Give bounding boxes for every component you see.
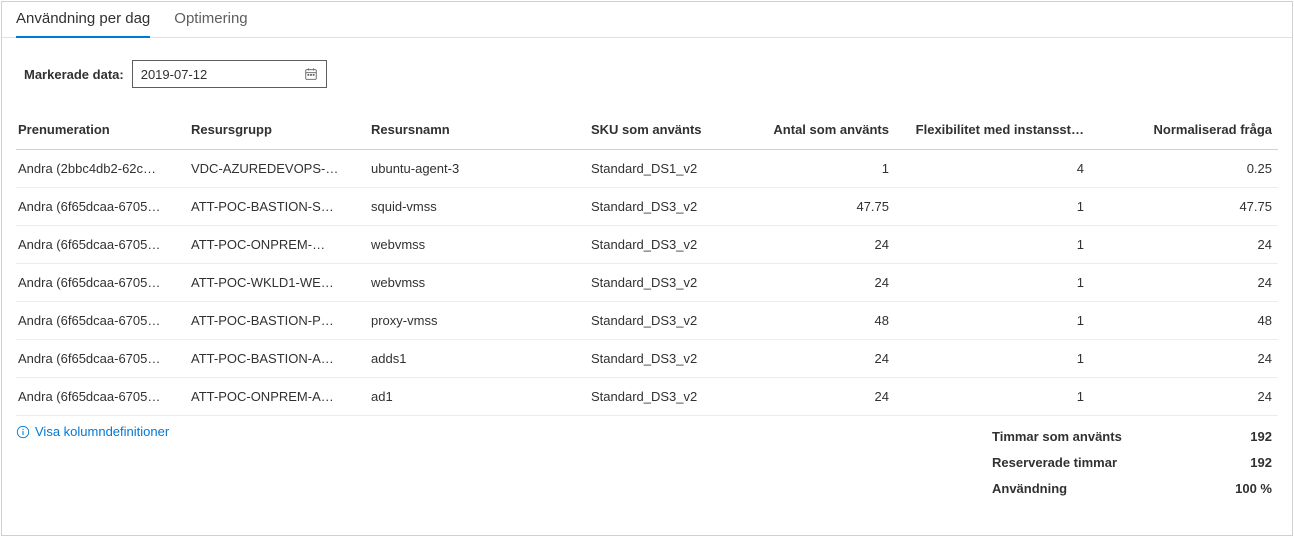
col-sku-used[interactable]: SKU som använts — [591, 122, 731, 137]
cell-resource-group: ATT-POC-WKLD1-WE… — [191, 275, 371, 290]
filter-label: Markerade data: — [24, 67, 124, 82]
cell-normalized: 24 — [1096, 275, 1278, 290]
summary-used-hours-value: 192 — [1222, 424, 1272, 450]
cell-sku: Standard_DS3_v2 — [591, 313, 731, 328]
cell-resource-group: VDC-AZUREDEVOPS-… — [191, 161, 371, 176]
usage-table: Prenumeration Resursgrupp Resursnamn SKU… — [2, 110, 1292, 416]
summary-used-hours-label: Timmar som använts — [992, 424, 1182, 450]
cell-normalized: 24 — [1096, 389, 1278, 404]
summary-used-hours: Timmar som använts 192 — [992, 424, 1272, 450]
date-value: 2019-07-12 — [141, 67, 208, 82]
footer-row: Visa kolumndefinitioner Timmar som använ… — [2, 416, 1292, 502]
cell-resource-group: ATT-POC-BASTION-A… — [191, 351, 371, 366]
cell-normalized: 48 — [1096, 313, 1278, 328]
cell-subscription: Andra (6f65dcaa-6705… — [16, 199, 191, 214]
cell-normalized: 24 — [1096, 237, 1278, 252]
col-resource-group[interactable]: Resursgrupp — [191, 122, 371, 137]
cell-amount: 24 — [731, 389, 901, 404]
cell-resource-name: ubuntu-agent-3 — [371, 161, 591, 176]
table-row[interactable]: Andra (6f65dcaa-6705…ATT-POC-BASTION-S…s… — [16, 188, 1278, 226]
cell-subscription: Andra (6f65dcaa-6705… — [16, 313, 191, 328]
cell-flexibility: 1 — [901, 351, 1096, 366]
info-icon — [16, 425, 30, 439]
table-row[interactable]: Andra (6f65dcaa-6705…ATT-POC-WKLD1-WE…we… — [16, 264, 1278, 302]
col-amount-used[interactable]: Antal som använts — [731, 122, 901, 137]
cell-flexibility: 4 — [901, 161, 1096, 176]
cell-flexibility: 1 — [901, 237, 1096, 252]
cell-resource-name: ad1 — [371, 389, 591, 404]
cell-flexibility: 1 — [901, 199, 1096, 214]
tabs-bar: Användning per dag Optimering — [2, 2, 1292, 38]
filter-row: Markerade data: 2019-07-12 — [2, 38, 1292, 110]
col-subscription[interactable]: Prenumeration — [16, 122, 191, 137]
table-row[interactable]: Andra (6f65dcaa-6705…ATT-POC-ONPREM-…web… — [16, 226, 1278, 264]
cell-amount: 1 — [731, 161, 901, 176]
cell-sku: Standard_DS3_v2 — [591, 275, 731, 290]
cell-sku: Standard_DS3_v2 — [591, 199, 731, 214]
date-picker[interactable]: 2019-07-12 — [132, 60, 327, 88]
cell-subscription: Andra (6f65dcaa-6705… — [16, 275, 191, 290]
view-column-definitions-link[interactable]: Visa kolumndefinitioner — [16, 424, 169, 439]
tab-optimization[interactable]: Optimering — [174, 2, 247, 38]
col-resource-name[interactable]: Resursnamn — [371, 122, 591, 137]
cell-sku: Standard_DS3_v2 — [591, 237, 731, 252]
cell-normalized: 24 — [1096, 351, 1278, 366]
table-row[interactable]: Andra (6f65dcaa-6705…ATT-POC-BASTION-A…a… — [16, 340, 1278, 378]
cell-resource-group: ATT-POC-BASTION-S… — [191, 199, 371, 214]
cell-sku: Standard_DS3_v2 — [591, 389, 731, 404]
reservation-usage-panel: Användning per dag Optimering Markerade … — [1, 1, 1293, 536]
cell-resource-name: squid-vmss — [371, 199, 591, 214]
table-row[interactable]: Andra (6f65dcaa-6705…ATT-POC-BASTION-P…p… — [16, 302, 1278, 340]
table-row[interactable]: Andra (6f65dcaa-6705…ATT-POC-ONPREM-A…ad… — [16, 378, 1278, 416]
cell-amount: 47.75 — [731, 199, 901, 214]
summary-usage: Användning 100 % — [992, 476, 1272, 502]
cell-amount: 24 — [731, 275, 901, 290]
footer-link-text: Visa kolumndefinitioner — [35, 424, 169, 439]
table-header-row: Prenumeration Resursgrupp Resursnamn SKU… — [16, 110, 1278, 150]
calendar-icon — [304, 67, 318, 81]
cell-resource-group: ATT-POC-ONPREM-A… — [191, 389, 371, 404]
table-row[interactable]: Andra (2bbc4db2-62c…VDC-AZUREDEVOPS-…ubu… — [16, 150, 1278, 188]
cell-resource-name: webvmss — [371, 237, 591, 252]
cell-resource-name: webvmss — [371, 275, 591, 290]
cell-subscription: Andra (6f65dcaa-6705… — [16, 237, 191, 252]
cell-sku: Standard_DS1_v2 — [591, 161, 731, 176]
cell-amount: 48 — [731, 313, 901, 328]
cell-normalized: 47.75 — [1096, 199, 1278, 214]
cell-subscription: Andra (6f65dcaa-6705… — [16, 351, 191, 366]
cell-sku: Standard_DS3_v2 — [591, 351, 731, 366]
cell-flexibility: 1 — [901, 389, 1096, 404]
tab-usage-per-day[interactable]: Användning per dag — [16, 2, 150, 38]
summary-reserved-hours-value: 192 — [1222, 450, 1272, 476]
cell-amount: 24 — [731, 351, 901, 366]
cell-resource-name: proxy-vmss — [371, 313, 591, 328]
summary-usage-label: Användning — [992, 476, 1182, 502]
summary-reserved-hours: Reserverade timmar 192 — [992, 450, 1272, 476]
cell-resource-group: ATT-POC-BASTION-P… — [191, 313, 371, 328]
col-normalized-ask[interactable]: Normaliserad fråga — [1096, 122, 1278, 137]
cell-subscription: Andra (6f65dcaa-6705… — [16, 389, 191, 404]
cell-flexibility: 1 — [901, 313, 1096, 328]
cell-amount: 24 — [731, 237, 901, 252]
cell-resource-group: ATT-POC-ONPREM-… — [191, 237, 371, 252]
cell-flexibility: 1 — [901, 275, 1096, 290]
cell-normalized: 0.25 — [1096, 161, 1278, 176]
col-instance-flexibility[interactable]: Flexibilitet med instansst… — [901, 122, 1096, 137]
summary-block: Timmar som använts 192 Reserverade timma… — [992, 424, 1272, 502]
cell-resource-name: adds1 — [371, 351, 591, 366]
summary-usage-value: 100 % — [1222, 476, 1272, 502]
summary-reserved-hours-label: Reserverade timmar — [992, 450, 1182, 476]
cell-subscription: Andra (2bbc4db2-62c… — [16, 161, 191, 176]
